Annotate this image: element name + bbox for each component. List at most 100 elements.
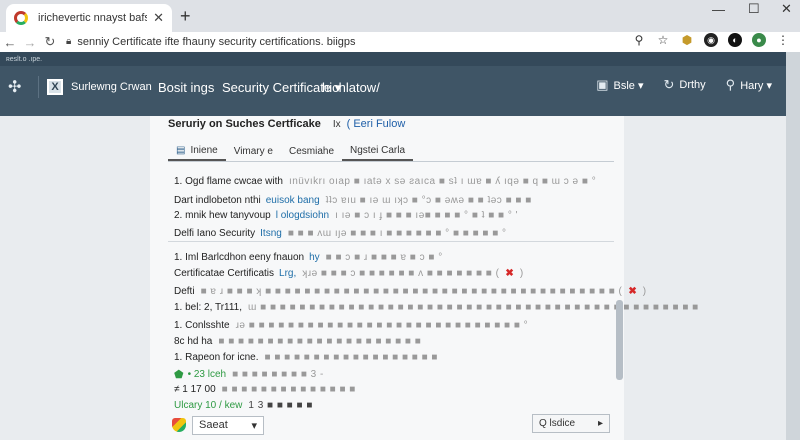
- row-link[interactable]: hy: [309, 252, 320, 263]
- lock-icon: 🔒︎: [66, 36, 72, 47]
- header-button-label: Drthy: [679, 79, 706, 91]
- tab-iniene[interactable]: ▤ Iniene: [168, 142, 226, 161]
- row-text: 1. Iml Barlcdhon eeny fnauon: [174, 252, 305, 263]
- row-detail: ınüvıkrı oıap ■ ıatǝ x sǝ ƨaıca ■ sʇ ı ɯ…: [288, 176, 597, 187]
- document-icon: ▤: [176, 145, 186, 156]
- header-actions: ▣ Bsle ▾ ↻ Drthy ⚲ Hary ▾: [596, 77, 772, 93]
- close-window-icon[interactable]: ✕: [781, 1, 792, 16]
- browser-tab[interactable]: irichevertic nnayst bafs ✕: [6, 4, 172, 32]
- row-link[interactable]: euisok bang: [266, 195, 320, 206]
- select-value: Saeat: [199, 419, 228, 431]
- follow-link[interactable]: ( Eeri Fulow: [347, 118, 406, 130]
- site-favicon-icon: [14, 11, 28, 25]
- row-text: Dart indlobeton nthi: [174, 195, 261, 206]
- row-detail: ■ ■ ■ ■ ■ ■ ■ ■ ■ ■ ■ ■ ■ ■ ■ ■ ■ ■ ■ ■ …: [218, 336, 422, 347]
- header-button-help[interactable]: ⚲ Hary ▾: [726, 77, 772, 93]
- search-button[interactable]: Q lsdice ▸: [532, 414, 610, 433]
- reload-icon[interactable]: ↻: [40, 34, 60, 50]
- row-text: 2. mnik hew tanyvoup: [174, 210, 271, 221]
- menu-kebab-icon[interactable]: ⋮: [776, 33, 790, 47]
- row-text: 8c hd ha: [174, 336, 213, 347]
- list-item: ≠ 1 17 00 ■ ■ ■ ■ ■ ■ ■ ■ ■ ■ ■ ■ ■ ■: [174, 384, 356, 395]
- tab-title: irichevertic nnayst bafs: [38, 12, 148, 24]
- brand-divider: [38, 76, 39, 98]
- row-link[interactable]: l ologdsiohn: [276, 210, 329, 221]
- nav-item-postings[interactable]: Bosit ings: [158, 80, 214, 95]
- list-item: 8c hd ha ■ ■ ■ ■ ■ ■ ■ ■ ■ ■ ■ ■ ■ ■ ■ ■…: [174, 336, 421, 347]
- extension-dark2-icon[interactable]: ◐: [728, 33, 742, 47]
- app-header: ʀeslt.o .ıpe. ✣ X Surlewng Crwan Bosit i…: [0, 52, 800, 116]
- header-button-label: Hary ▾: [740, 79, 772, 92]
- row-text: ≠ 1 17 00: [174, 384, 216, 395]
- tab-label: Iniene: [190, 145, 218, 156]
- tab-ngstei-carla[interactable]: Ngstei Carla: [342, 142, 414, 161]
- browser-toolbar: ← → ↻ 🔒︎ senniy Certificate ifte fhauny …: [0, 32, 800, 52]
- list-item: Delfi Iano Security Itsng ■ ■ ■ ʌɯ ıȷǝ ■…: [174, 228, 507, 239]
- shield-icon: [172, 418, 186, 432]
- error-icon: ✖: [505, 268, 514, 279]
- app-logo-icon: X: [47, 79, 63, 95]
- brand-name: Surlewng Crwan: [71, 81, 152, 93]
- bookmark-star-icon[interactable]: ☆: [656, 33, 670, 47]
- zoom-icon[interactable]: ⚲: [632, 33, 646, 47]
- row-detail: ■ ■ ɔ ■ ɹ ■ ■ ■ ɐ ■ ɔ ■ °: [325, 252, 443, 263]
- chevron-right-icon: ▸: [597, 418, 603, 429]
- row-detail: ■ ɐ ɹ ■ ■ ■ ʞ ■ ■ ■ ■ ■ ■ ■ ■ ■ ■ ■ ■ ■ …: [200, 286, 623, 297]
- search-label: Q lsdice: [539, 418, 576, 429]
- network-icon: ✣: [8, 79, 22, 96]
- list-item: Certificatae Certificatis Lrg, ʞɹǝ ■ ■ ■…: [174, 268, 524, 279]
- title-close-icon[interactable]: Ix: [333, 119, 341, 130]
- row-text: Certificatae Certificatis: [174, 268, 275, 279]
- row-text: 1. Conlsshte: [174, 320, 230, 331]
- row-text: 1. bel: 2, Tr111,: [174, 302, 243, 313]
- browser-tabstrip: irichevertic nnayst bafs ✕ + — ☐ ✕: [0, 0, 800, 32]
- list-item: 1. Conlsshte ɹǝ ■ ■ ■ ■ ■ ■ ■ ■ ■ ■ ■ ■ …: [174, 320, 528, 331]
- row-text: Delfi Iano Security: [174, 228, 256, 239]
- dashboard-icon: ▣: [596, 77, 609, 92]
- content-tabs: ▤ Iniene Vimary e Cesmiahe Ngstei Carla: [168, 142, 614, 162]
- row-detail: ʇʇɔ ɐıu ■ ıǝ ɯ ıʞɔ ■ °ɔ ■ ǝʍǝ ■ ■ ʇǝɔ ■ …: [325, 195, 532, 206]
- back-icon[interactable]: ←: [0, 35, 20, 50]
- tab-vimary[interactable]: Vimary e: [226, 142, 281, 161]
- tab-label: Ngstei Carla: [350, 145, 406, 156]
- minimize-icon[interactable]: —: [712, 2, 725, 17]
- address-url: senniy Certificate ifte fhauny security …: [77, 35, 356, 48]
- header-button-label: Bsle ▾: [613, 79, 644, 92]
- row-detail: ɹǝ ■ ■ ■ ■ ■ ■ ■ ■ ■ ■ ■ ■ ■ ■ ■ ■ ■ ■ ■…: [235, 320, 529, 331]
- browser-extension-icons: ⚲ ☆ ⬢ ◉ ◐ ● ⋮: [632, 33, 790, 47]
- content-scrollbar[interactable]: [616, 300, 623, 380]
- tab-cesmiahe[interactable]: Cesmiahe: [281, 142, 342, 161]
- row-link[interactable]: Itsng: [260, 228, 282, 239]
- page-title: Seruriy on Suches Certficake: [168, 118, 321, 130]
- forward-icon[interactable]: →: [20, 35, 40, 50]
- close-tab-icon[interactable]: ✕: [153, 10, 164, 26]
- row-detail: ): [519, 268, 524, 279]
- row-detail: ■ ■ ■ ʌɯ ıȷǝ ■ ■ ■ ı ■ ■ ■ ■ ■ ■ ° ■ ■ ■…: [287, 228, 507, 239]
- extension-dark-icon[interactable]: ◉: [704, 33, 718, 47]
- maximize-icon[interactable]: ☐: [748, 1, 760, 16]
- address-bar[interactable]: 🔒︎ senniy Certificate ifte fhauny securi…: [66, 32, 644, 51]
- header-button-dashboard[interactable]: ▣ Bsle ▾: [596, 77, 643, 93]
- nav-item-third[interactable]: hichlatow/: [322, 80, 380, 95]
- header-button-refresh[interactable]: ↻ Drthy: [663, 77, 705, 93]
- list-item: 2. mnik hew tanyvoup l ologdsiohn ı ıǝ ■…: [174, 210, 518, 221]
- section-divider: [168, 241, 614, 242]
- row-text: 1. Ogd flame cwcae with: [174, 176, 283, 187]
- new-tab-icon[interactable]: +: [180, 6, 191, 27]
- row-status: • 23 lceh: [187, 369, 227, 380]
- window-scrollbar[interactable]: [786, 52, 800, 440]
- row-link[interactable]: Lrg,: [279, 268, 296, 279]
- extension-icon[interactable]: ⬢: [680, 33, 694, 47]
- brand[interactable]: ✣ X Surlewng Crwan: [8, 76, 152, 98]
- row-detail: ■ ■ ■ ■ ■ ■ ■ ■ ■ ■ ■ ■ ■ ■: [221, 384, 356, 395]
- select-dropdown[interactable]: Saeat ▾: [192, 415, 264, 435]
- profile-avatar[interactable]: ●: [752, 33, 766, 47]
- help-icon: ⚲: [725, 77, 736, 92]
- row-detail: ı ıǝ ■ ɔ ı ɟ ■ ■ ■ ıǝ■ ■ ■ ■ ° ■ ʇ ■ ■ °…: [335, 210, 519, 221]
- list-item: Defti ■ ɐ ɹ ■ ■ ■ ʞ ■ ■ ■ ■ ■ ■ ■ ■ ■ ■ …: [174, 286, 647, 297]
- list-item: Dart indlobeton nthi euisok bang ʇʇɔ ɐıu…: [174, 195, 532, 206]
- row-text: Defti: [174, 286, 195, 297]
- refresh-icon: ↻: [663, 77, 675, 92]
- row-detail: ■ ■ ■ ■ ■ ■ ■ ■ ■ ■ ■ ■ ■ ■ ■ ■ ■ ■: [264, 352, 438, 363]
- row-detail: ɯ ■ ■ ■ ■ ■ ■ ■ ■ ■ ■ ■ ■ ■ ■ ■ ■ ■ ■ ■ …: [248, 302, 699, 313]
